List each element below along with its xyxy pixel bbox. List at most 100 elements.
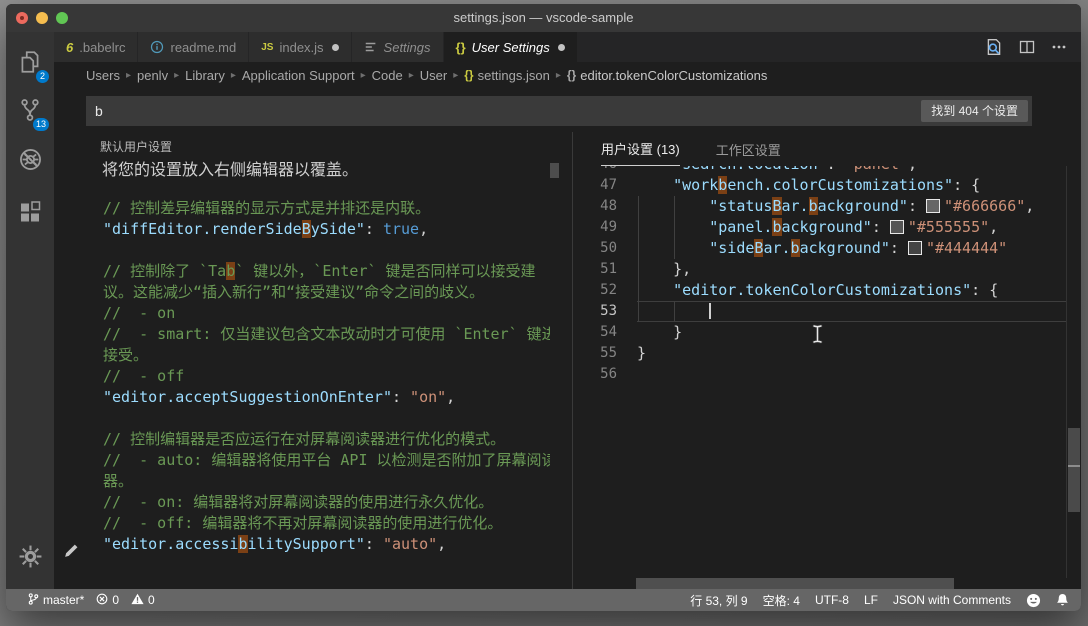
breadcrumb-item[interactable]: penlv	[137, 68, 168, 83]
braces-icon: {}	[464, 68, 474, 82]
code-line[interactable]: 46 "search.location": "panel",	[573, 166, 1067, 175]
notifications-bell-icon[interactable]	[1056, 593, 1069, 607]
code-line[interactable]: // 控制编辑器是否应运行在对屏幕阅读器进行优化的模式。	[103, 429, 550, 450]
breadcrumb-item[interactable]: editor.tokenColorCustomizations	[580, 68, 767, 83]
indentation-status[interactable]: 空格: 4	[763, 592, 800, 609]
source-control-button[interactable]: 13	[6, 90, 54, 134]
chevron-right-icon: ▸	[408, 69, 414, 81]
line-number: 51	[600, 261, 617, 277]
more-actions-icon[interactable]	[1051, 39, 1067, 55]
code-line[interactable]: 50 "sideBar.background": "#444444"	[573, 238, 1067, 259]
code-line[interactable]: 器。	[103, 471, 550, 492]
breadcrumb-item[interactable]: Users	[86, 68, 120, 83]
code-token: b	[718, 176, 728, 194]
breadcrumb-item[interactable]: Application Support	[242, 68, 355, 83]
tab-user-settings-target[interactable]: 用户设置 (13)	[601, 132, 680, 166]
tab-indexjs[interactable]: JS index.js	[249, 32, 352, 62]
code-line[interactable]: // 控制除了 `Tab` 键以外，`Enter` 键是否同样可以接受建	[103, 261, 550, 282]
color-swatch[interactable]	[907, 241, 922, 255]
tab-readme[interactable]: readme.md	[138, 32, 250, 62]
code-line[interactable]: // - smart: 仅当建议包含文本改动时才可使用 `Enter` 键进行	[103, 324, 550, 345]
code-line[interactable]: 51 },	[573, 259, 1067, 280]
problems-status[interactable]: 0 0	[96, 593, 155, 608]
editor-actions	[985, 32, 1081, 62]
user-settings-pane: 用户设置 (13) 工作区设置 46 "search.location": "p…	[572, 132, 1081, 589]
git-branch-status[interactable]: master*	[28, 592, 84, 609]
code-token: 器。	[103, 472, 134, 490]
code-token: {	[971, 176, 981, 194]
manage-button[interactable]	[6, 537, 54, 581]
user-settings-code[interactable]: 46 "search.location": "panel",47 "workbe…	[573, 166, 1067, 578]
horizontal-scrollbar[interactable]	[573, 578, 1067, 589]
code-token: },	[637, 260, 692, 278]
code-token: "status	[709, 197, 773, 215]
close-button[interactable]	[16, 12, 28, 24]
code-line[interactable]: "editor.accessibilitySupport": "auto",	[103, 534, 550, 555]
breadcrumb-item[interactable]: Code	[372, 68, 403, 83]
breadcrumb-item[interactable]: User	[420, 68, 447, 83]
open-settings-icon[interactable]	[985, 38, 1003, 56]
code-line[interactable]: "diffEditor.renderSideBySide": true,	[103, 219, 550, 240]
code-token: :	[364, 535, 383, 553]
extensions-button[interactable]	[6, 192, 54, 236]
code-token: ackground"	[817, 197, 908, 215]
scm-badge: 13	[32, 118, 49, 131]
minimize-button[interactable]	[36, 12, 48, 24]
code-line[interactable]: 55}	[573, 343, 1067, 364]
code-line[interactable]: // 控制差异编辑器的显示方式是并排还是内联。	[103, 198, 550, 219]
code-token: "#444444"	[925, 239, 1008, 257]
code-token: "on"	[410, 388, 447, 406]
code-line[interactable]: 49 "panel.background": "#555555",	[573, 217, 1067, 238]
feedback-smiley-icon[interactable]	[1026, 593, 1041, 608]
code-line[interactable]: // - off: 编辑器将不再对屏幕阅读器的使用进行优化。	[103, 513, 550, 534]
explorer-button[interactable]: 2	[6, 42, 54, 86]
code-line[interactable]: 54 }	[573, 322, 1067, 343]
code-token: b	[790, 239, 800, 257]
code-token: "panel"	[845, 166, 908, 173]
breadcrumb-item[interactable]: Library	[185, 68, 225, 83]
edit-pencil-icon[interactable]	[63, 544, 78, 564]
editor-area: 6 .babelrc readme.md JS index.js Setting…	[54, 32, 1081, 589]
code-line[interactable]: 议。这能减少“插入新行”和“接受建议”命令之间的歧义。	[103, 282, 550, 303]
debug-button[interactable]	[6, 140, 54, 184]
default-settings-code[interactable]: // 控制差异编辑器的显示方式是并排还是内联。 "diffEditor.rende…	[103, 198, 550, 589]
encoding-status[interactable]: UTF-8	[815, 593, 849, 607]
tab-babelrc[interactable]: 6 .babelrc	[54, 32, 139, 62]
code-line[interactable]: 48 "statusBar.background": "#666666",	[573, 196, 1067, 217]
tab-settings[interactable]: Settings	[351, 32, 444, 62]
code-token: "panel.	[709, 218, 773, 236]
code-token: ackground"	[781, 218, 872, 236]
tab-user-settings[interactable]: {} User Settings	[443, 32, 578, 62]
code-line[interactable]: // - on: 编辑器将对屏幕阅读器的使用进行永久优化。	[103, 492, 550, 513]
color-swatch[interactable]	[889, 220, 904, 234]
code-line[interactable]: // - off	[103, 366, 550, 387]
left-scrollbar-thumb[interactable]	[550, 163, 559, 178]
gear-icon	[18, 544, 43, 574]
settings-search-input[interactable]: b 找到 404 个设置	[86, 96, 1032, 126]
color-swatch[interactable]	[926, 199, 940, 213]
breadcrumb-item[interactable]: settings.json	[478, 68, 550, 83]
code-token: }	[637, 323, 683, 341]
code-line[interactable]: 53	[573, 301, 1067, 322]
code-line[interactable]: // - on	[103, 303, 550, 324]
language-mode-status[interactable]: JSON with Comments	[893, 593, 1011, 607]
code-line[interactable]	[103, 240, 550, 261]
vertical-scrollbar[interactable]	[1067, 166, 1081, 578]
zoom-button[interactable]	[56, 12, 68, 24]
code-line[interactable]: 56	[573, 364, 1067, 385]
horizontal-scrollbar-thumb[interactable]	[636, 578, 954, 589]
code-line[interactable]: "editor.acceptSuggestionOnEnter": "on",	[103, 387, 550, 408]
cursor-position-status[interactable]: 行 53, 列 9	[690, 592, 747, 609]
code-line[interactable]: // - auto: 编辑器将使用平台 API 以检测是否附加了屏幕阅读	[103, 450, 550, 471]
eol-status[interactable]: LF	[864, 593, 878, 607]
code-line[interactable]	[103, 408, 550, 429]
code-line[interactable]: 47 "workbench.colorCustomizations": {	[573, 175, 1067, 196]
titlebar[interactable]: settings.json — vscode-sample	[6, 4, 1081, 32]
code-line[interactable]: 52 "editor.tokenColorCustomizations": {	[573, 280, 1067, 301]
code-line[interactable]: 接受。	[103, 345, 550, 366]
vertical-scrollbar-thumb[interactable]	[1068, 428, 1080, 512]
code-token: B	[772, 197, 782, 215]
split-editor-icon[interactable]	[1019, 39, 1035, 55]
tab-workspace-settings-target[interactable]: 工作区设置	[716, 132, 781, 166]
